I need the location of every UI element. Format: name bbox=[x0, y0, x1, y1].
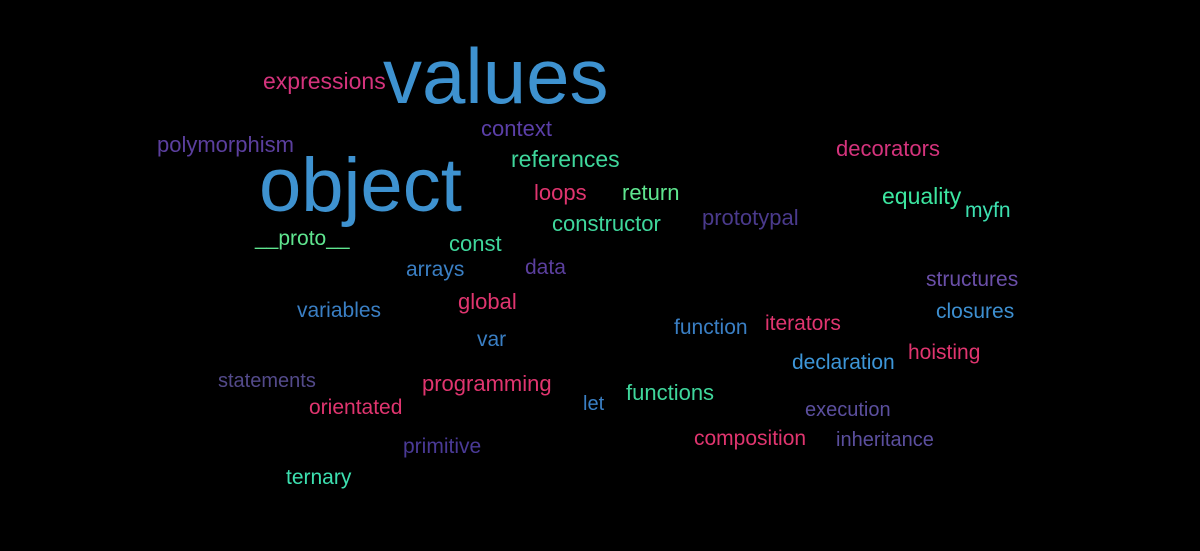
cloud-word: values bbox=[383, 32, 609, 120]
cloud-word: expressions bbox=[263, 68, 386, 94]
cloud-word: programming bbox=[422, 371, 552, 396]
cloud-word: iterators bbox=[765, 312, 841, 335]
cloud-word: return bbox=[622, 180, 680, 205]
cloud-word: arrays bbox=[406, 258, 465, 281]
cloud-word: primitive bbox=[403, 435, 482, 458]
cloud-word: references bbox=[511, 146, 620, 172]
cloud-word: composition bbox=[694, 427, 807, 450]
cloud-word: decorators bbox=[836, 136, 940, 161]
cloud-word: equality bbox=[882, 183, 962, 209]
cloud-word: global bbox=[458, 289, 517, 314]
cloud-word: functions bbox=[626, 380, 715, 405]
cloud-word: prototypal bbox=[702, 205, 799, 230]
cloud-word: statements bbox=[218, 370, 316, 392]
cloud-word: loops bbox=[534, 180, 587, 205]
cloud-word: data bbox=[525, 256, 566, 279]
cloud-word: execution bbox=[805, 399, 891, 421]
cloud-word: const bbox=[449, 231, 502, 256]
word-cloud-figure: values object expressions polymorphism conte… bbox=[0, 0, 1200, 551]
cloud-word: context bbox=[481, 116, 552, 141]
cloud-word: variables bbox=[297, 299, 382, 322]
cloud-word: hoisting bbox=[908, 341, 981, 364]
cloud-word: ternary bbox=[286, 466, 352, 489]
cloud-word: structures bbox=[926, 268, 1019, 291]
cloud-word: var bbox=[477, 328, 507, 351]
cloud-word: closures bbox=[936, 300, 1015, 323]
cloud-word: orientated bbox=[309, 396, 403, 419]
cloud-word: object bbox=[259, 143, 462, 228]
cloud-word: let bbox=[583, 393, 605, 415]
cloud-word: polymorphism bbox=[157, 132, 294, 157]
cloud-word: declaration bbox=[792, 351, 895, 374]
cloud-word: inheritance bbox=[836, 429, 934, 451]
cloud-word: constructor bbox=[552, 211, 661, 236]
cloud-word: function bbox=[674, 316, 748, 339]
cloud-word: myfn bbox=[965, 199, 1011, 222]
cloud-word: __proto__ bbox=[255, 227, 350, 250]
